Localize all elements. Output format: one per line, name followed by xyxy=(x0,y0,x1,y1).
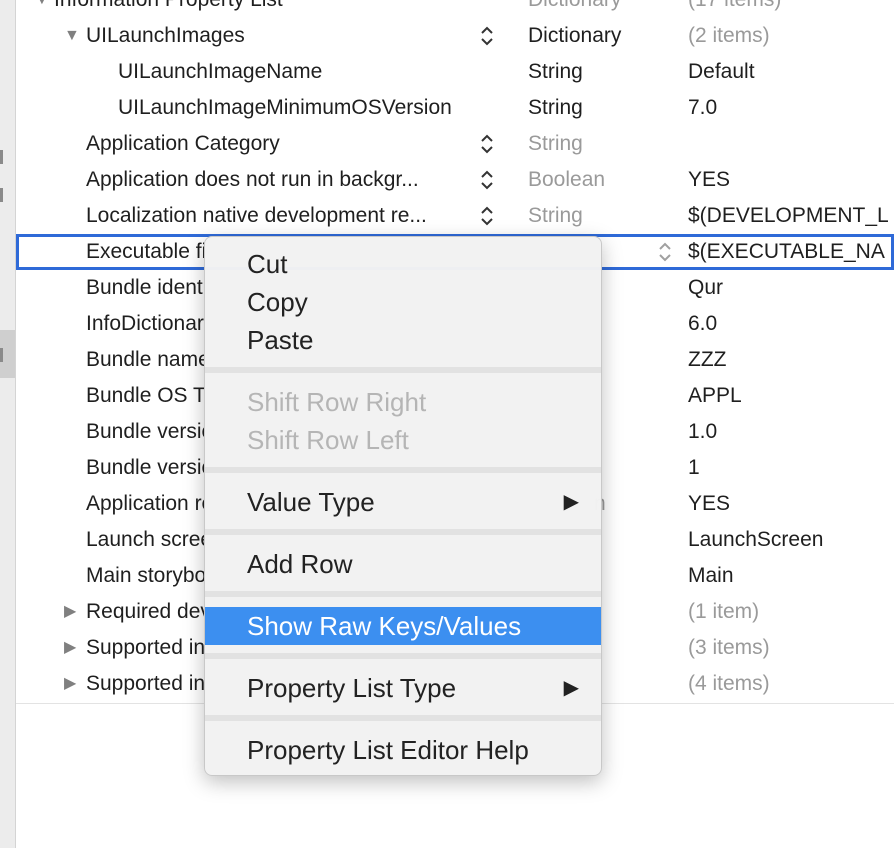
menu-item-shift-row-left: Shift Row Left xyxy=(247,425,409,455)
menu-separator xyxy=(205,715,601,721)
key-stepper-icon[interactable] xyxy=(480,132,494,156)
key-stepper-icon[interactable] xyxy=(480,24,494,48)
navigator-mark xyxy=(0,348,3,362)
menu-separator xyxy=(205,529,601,535)
key-stepper-icon[interactable] xyxy=(480,204,494,228)
plist-row-launchimagename[interactable]: UILaunchImageName String Default xyxy=(16,54,894,90)
menu-item-shift-row-right: Shift Row Right xyxy=(247,387,427,417)
row-value[interactable]: ZZZ xyxy=(688,342,726,378)
row-key: UILaunchImageMinimumOSVersion xyxy=(118,96,452,119)
row-value: (4 items) xyxy=(688,672,770,695)
menu-separator xyxy=(205,653,601,659)
row-key: Bundle name xyxy=(86,348,204,371)
row-type[interactable]: Dictionary xyxy=(528,18,678,54)
row-key: Main storyboard file base name xyxy=(86,564,204,587)
plist-row-localization[interactable]: Localization native development re... St… xyxy=(16,198,894,234)
navigator-edge xyxy=(0,0,16,848)
disclosure-open-icon[interactable]: ▼ xyxy=(64,18,80,54)
plist-row-root[interactable]: ▼ Information Property List Dictionary (… xyxy=(16,0,894,18)
plist-row-launchimageminos[interactable]: UILaunchImageMinimumOSVersion String 7.0 xyxy=(16,90,894,126)
row-value[interactable]: YES xyxy=(688,162,730,198)
menu-item-value-type[interactable]: Value Type ▶ xyxy=(205,483,601,521)
row-value[interactable]: $(DEVELOPMENT_L xyxy=(688,198,889,234)
navigator-mark xyxy=(0,188,3,202)
menu-item-cut[interactable]: Cut xyxy=(205,245,601,283)
row-value[interactable]: LaunchScreen xyxy=(688,522,823,558)
row-value: (17 items) xyxy=(688,0,781,18)
row-type[interactable]: String xyxy=(528,126,678,162)
disclosure-open-icon[interactable]: ▼ xyxy=(34,0,50,18)
context-menu: Cut Copy Paste Shift Row Right Shift Row… xyxy=(204,236,602,776)
row-key: Bundle versions string, short xyxy=(86,420,204,443)
row-type[interactable]: String xyxy=(528,54,678,90)
plist-row-background[interactable]: Application does not run in backgr... Bo… xyxy=(16,162,894,198)
row-key: Application requires iPhone environment xyxy=(86,492,204,515)
row-key: Bundle OS Type code xyxy=(86,384,204,407)
menu-item-label: Value Type xyxy=(247,487,375,517)
menu-separator xyxy=(205,591,601,597)
menu-separator xyxy=(205,467,601,473)
submenu-arrow-icon: ▶ xyxy=(563,677,579,699)
submenu-arrow-icon: ▶ xyxy=(563,491,579,513)
row-value[interactable]: Qur xyxy=(688,270,723,306)
row-key: UILaunchImages xyxy=(86,24,245,47)
row-key: Bundle identifier xyxy=(86,276,204,299)
navigator-mark xyxy=(0,150,3,164)
row-type[interactable]: Boolean xyxy=(528,162,678,198)
row-value[interactable]: Default xyxy=(688,54,755,90)
row-key: Supported interface orientations (iPad) xyxy=(86,672,204,695)
menu-item-property-list-type[interactable]: Property List Type ▶ xyxy=(205,669,601,707)
menu-item-add-row[interactable]: Add Row xyxy=(205,545,601,583)
row-value[interactable]: 1.0 xyxy=(688,414,717,450)
plist-row-uilaunchimages[interactable]: ▼ UILaunchImages Dictionary (2 items) xyxy=(16,18,894,54)
row-value[interactable]: Main xyxy=(688,558,734,594)
navigator-selected-item[interactable] xyxy=(0,330,15,378)
row-value[interactable]: $(EXECUTABLE_NA xyxy=(688,234,885,270)
row-key: Launch screen interface file base name xyxy=(86,528,204,551)
menu-item-editor-help[interactable]: Property List Editor Help xyxy=(205,731,601,769)
row-key: Information Property List xyxy=(54,0,283,18)
type-stepper-icon[interactable] xyxy=(658,240,672,264)
row-key: Localization native development re... xyxy=(86,204,427,227)
row-type[interactable]: String xyxy=(528,198,678,234)
row-key: Required device capabilities xyxy=(86,600,204,623)
menu-item-copy[interactable]: Copy xyxy=(205,283,601,321)
row-value[interactable]: 1 xyxy=(688,450,700,486)
menu-separator xyxy=(205,367,601,373)
menu-item-show-raw-keys-values[interactable]: Show Raw Keys/Values xyxy=(205,607,601,645)
row-value: (1 item) xyxy=(688,600,760,623)
row-key: Executable file xyxy=(86,240,206,263)
disclosure-closed-icon[interactable]: ▶ xyxy=(64,630,76,666)
row-type: Dictionary xyxy=(528,0,678,18)
row-value: (3 items) xyxy=(688,636,770,659)
row-key: Application Category xyxy=(86,132,280,155)
key-stepper-icon[interactable] xyxy=(480,168,494,192)
row-type[interactable]: String xyxy=(528,90,678,126)
row-key: Bundle version xyxy=(86,456,204,479)
row-value[interactable]: 6.0 xyxy=(688,306,717,342)
row-key: Supported interface orientations xyxy=(86,636,204,659)
row-value[interactable]: APPL xyxy=(688,378,742,414)
row-key: InfoDictionary version xyxy=(86,312,204,335)
plist-row-appcategory[interactable]: Application Category String xyxy=(16,126,894,162)
disclosure-closed-icon[interactable]: ▶ xyxy=(64,666,76,702)
row-key: UILaunchImageName xyxy=(118,60,323,83)
row-key: Application does not run in backgr... xyxy=(86,168,419,191)
row-value[interactable]: YES xyxy=(688,486,730,522)
row-value[interactable]: 7.0 xyxy=(688,90,717,126)
disclosure-closed-icon[interactable]: ▶ xyxy=(64,594,76,630)
menu-item-paste[interactable]: Paste xyxy=(205,321,601,359)
row-value: (2 items) xyxy=(688,24,770,47)
menu-item-label: Property List Type xyxy=(247,673,457,703)
